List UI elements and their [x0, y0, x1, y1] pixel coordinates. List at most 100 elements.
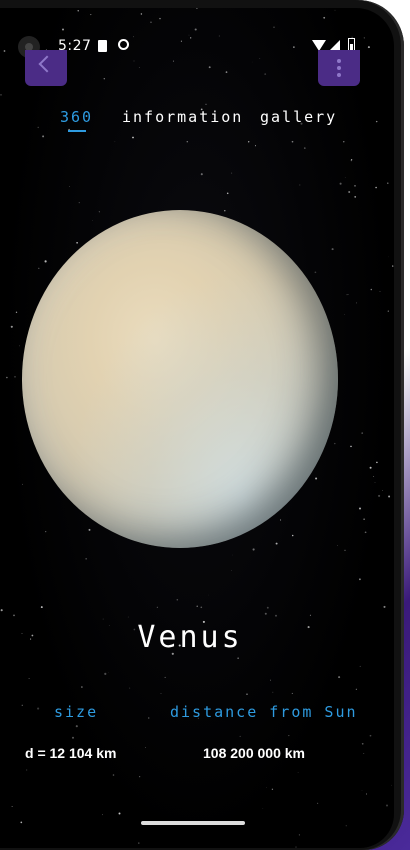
star — [315, 477, 318, 480]
star — [379, 291, 381, 292]
star — [374, 482, 376, 483]
star — [375, 186, 377, 189]
star — [295, 846, 297, 848]
star — [118, 812, 121, 815]
star — [273, 26, 275, 28]
star — [159, 17, 161, 20]
star — [15, 311, 18, 313]
star — [336, 545, 338, 546]
star — [156, 606, 158, 608]
star — [140, 13, 143, 15]
star — [348, 191, 351, 193]
star — [344, 177, 346, 178]
star — [264, 612, 267, 615]
star — [10, 325, 13, 328]
circle-icon — [118, 39, 129, 50]
star — [266, 606, 269, 609]
star — [22, 483, 23, 485]
star — [78, 202, 80, 204]
star — [200, 173, 203, 176]
star — [350, 158, 353, 161]
star — [138, 842, 140, 844]
star — [291, 534, 294, 537]
star — [186, 140, 189, 143]
star — [196, 605, 198, 607]
star — [275, 542, 278, 545]
star — [160, 692, 162, 694]
star — [345, 825, 347, 827]
star — [252, 548, 255, 551]
star — [317, 802, 319, 805]
star — [239, 735, 241, 737]
star — [270, 679, 271, 681]
star — [0, 609, 3, 612]
star — [90, 14, 92, 16]
star — [370, 288, 373, 291]
star — [225, 71, 228, 73]
star — [19, 345, 20, 347]
star — [366, 793, 367, 795]
star — [280, 519, 282, 521]
star — [376, 461, 378, 464]
back-button[interactable] — [25, 50, 67, 86]
tab-gallery[interactable]: gallery — [260, 108, 337, 126]
phone-frame: 5:27 360 information gallery Venus size … — [0, 0, 404, 850]
star — [248, 141, 250, 143]
app-screen: 5:27 360 information gallery Venus size … — [0, 8, 394, 848]
star — [358, 507, 362, 510]
more-vertical-icon-dot — [337, 73, 341, 77]
star — [339, 182, 342, 185]
star — [334, 442, 336, 445]
star — [344, 549, 346, 551]
star — [355, 302, 358, 304]
tab-information[interactable]: information — [122, 108, 243, 126]
home-indicator[interactable] — [141, 821, 245, 825]
more-vertical-icon-dot — [337, 66, 341, 70]
star — [383, 605, 386, 608]
star — [138, 67, 140, 68]
star — [112, 774, 115, 776]
star — [76, 242, 78, 244]
star — [331, 248, 334, 251]
size-value: d = 12 104 km — [25, 745, 117, 761]
star — [207, 594, 209, 596]
star — [338, 676, 341, 679]
more-menu-button[interactable] — [318, 50, 360, 86]
star — [361, 742, 364, 745]
star — [38, 267, 40, 269]
star — [200, 606, 203, 609]
star — [344, 314, 345, 315]
star — [388, 495, 391, 498]
star — [237, 657, 239, 659]
star — [20, 821, 23, 824]
star — [0, 94, 2, 96]
star — [392, 265, 394, 267]
star — [373, 476, 375, 477]
chevron-left-icon — [38, 55, 56, 73]
star — [364, 531, 367, 534]
star — [255, 145, 256, 147]
star — [231, 570, 232, 571]
star — [291, 692, 293, 694]
star — [11, 805, 13, 807]
star — [297, 772, 299, 773]
star — [369, 466, 372, 469]
star — [88, 528, 91, 531]
star — [85, 558, 87, 560]
more-vertical-icon — [337, 59, 341, 63]
star — [72, 736, 74, 739]
star — [28, 677, 30, 680]
star — [164, 676, 166, 678]
star — [77, 10, 79, 12]
star — [359, 578, 361, 581]
venus-planet-image[interactable] — [22, 210, 338, 548]
star — [271, 788, 274, 790]
star — [363, 518, 365, 520]
star — [343, 141, 345, 143]
tab-360[interactable]: 360 — [60, 108, 93, 126]
star — [226, 192, 229, 195]
star — [309, 614, 311, 616]
star — [26, 769, 28, 771]
star — [299, 184, 301, 186]
distance-label: distance from Sun — [170, 703, 358, 721]
